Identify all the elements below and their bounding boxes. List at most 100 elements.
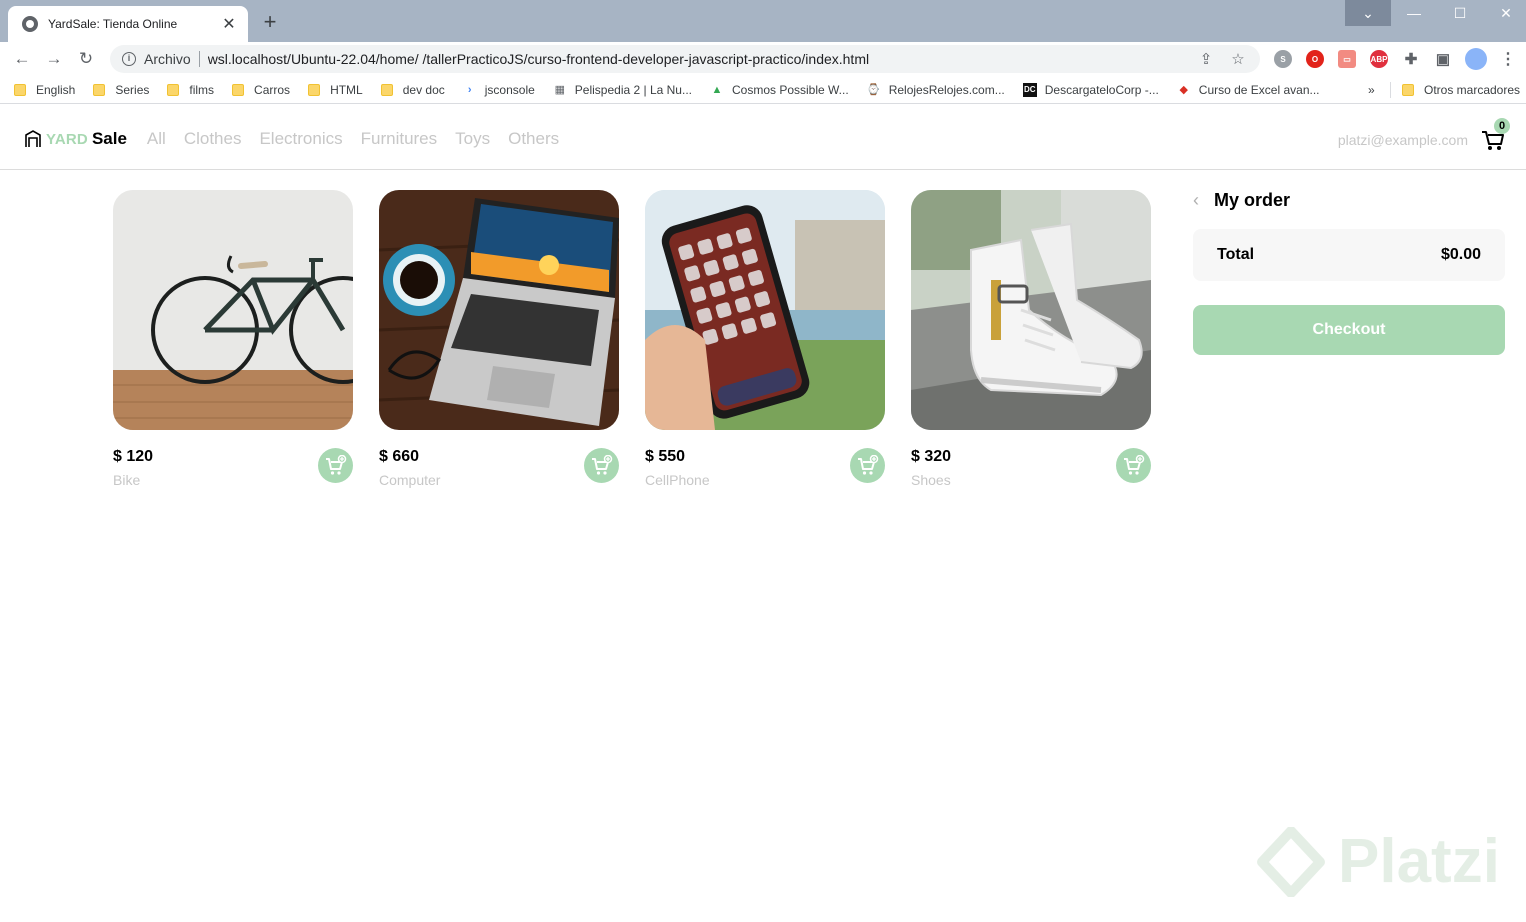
nav-link-furnitures[interactable]: Furnitures <box>361 129 438 149</box>
add-to-cart-button[interactable] <box>318 448 353 483</box>
skype-extension-icon[interactable]: S <box>1274 50 1292 68</box>
laptop-image[interactable] <box>379 190 619 430</box>
nav-link-others[interactable]: Others <box>508 129 559 149</box>
omnibox-divider <box>198 51 200 67</box>
folder-icon <box>167 83 180 96</box>
star-icon[interactable]: ☆ <box>1228 50 1248 68</box>
bookmark-item[interactable]: ◆ Curso de Excel avan... <box>1177 83 1320 97</box>
omnibox-url[interactable]: wsl.localhost/Ubuntu-22.04/home/ /taller… <box>208 51 1184 67</box>
bike-image[interactable] <box>113 190 353 430</box>
close-window-button[interactable]: ✕ <box>1483 0 1526 26</box>
bookmarks-bar: English Series films Carros HTML dev doc… <box>0 76 1526 104</box>
bookmark-item[interactable]: DC DescargateloCorp -... <box>1022 82 1159 97</box>
nav-link-clothes[interactable]: Clothes <box>184 129 242 149</box>
product-price: $ 550 <box>645 448 686 465</box>
back-button[interactable]: ← <box>10 47 34 71</box>
bookmark-item[interactable]: films <box>167 83 214 97</box>
add-to-cart-icon <box>325 454 346 475</box>
order-total-value: $0.00 <box>1440 246 1481 263</box>
chevron-icon: › <box>467 83 472 96</box>
product-price: $ 660 <box>379 448 420 465</box>
product-card[interactable]: $ 660 Computer <box>379 190 619 490</box>
checkout-button[interactable]: Checkout <box>1193 305 1505 355</box>
folder-icon <box>232 83 245 96</box>
phone-image[interactable] <box>645 190 885 430</box>
profile-avatar[interactable] <box>1465 48 1487 70</box>
nav-link-toys[interactable]: Toys <box>455 129 490 149</box>
drive-icon: ▲ <box>711 83 723 96</box>
kebab-menu-icon[interactable]: ⋮ <box>1499 50 1517 68</box>
info-icon[interactable]: i <box>122 52 136 66</box>
bookmark-item[interactable]: dev doc <box>380 82 445 97</box>
bookmark-item[interactable]: HTML <box>308 83 363 97</box>
logo-yard-text: YARD <box>46 130 88 148</box>
order-header: ‹ My order <box>1193 188 1505 212</box>
product-price: $ 120 <box>113 448 154 465</box>
other-bookmarks-label: Otros marcadores <box>1424 83 1521 97</box>
bookmark-item[interactable]: ⌚ RelojesRelojes.com... <box>867 83 1005 97</box>
bookmark-label: Series <box>115 82 150 97</box>
add-to-cart-icon <box>591 454 612 475</box>
add-to-cart-button[interactable] <box>1116 448 1151 483</box>
bookmarks-overflow-button[interactable]: » <box>1368 83 1375 97</box>
dc-icon: DC <box>1022 82 1037 97</box>
bookmark-item[interactable]: › jsconsole <box>463 83 535 97</box>
bookmark-label: English <box>36 82 76 97</box>
order-title: My order <box>1214 189 1291 210</box>
my-order-panel: ‹ My order Total $0.00 Checkout <box>1193 188 1505 355</box>
bookmark-item[interactable]: Carros <box>232 83 290 97</box>
puzzle-icon[interactable]: ✚ <box>1402 50 1420 68</box>
store-icon <box>25 130 41 147</box>
user-email[interactable]: platzi@example.com <box>1338 132 1468 148</box>
bookmark-label: dev doc <box>402 82 445 97</box>
close-tab-icon[interactable]: ✕ <box>220 14 238 34</box>
folder-icon <box>14 83 26 96</box>
bookmark-label: Carros <box>254 82 291 97</box>
shoes-image[interactable] <box>911 190 1151 430</box>
nav-link-all[interactable]: All <box>147 129 166 149</box>
minimize-button[interactable]: — <box>1391 0 1437 26</box>
film-icon: ▦ <box>554 84 565 96</box>
side-panel-icon[interactable]: ▣ <box>1434 50 1452 68</box>
nav-link-electronics[interactable]: Electronics <box>259 129 342 149</box>
product-card[interactable]: $ 550 CellPhone <box>645 190 885 490</box>
bookmark-label: Curso de Excel avan... <box>1198 82 1320 97</box>
product-name: Computer <box>379 472 441 488</box>
address-bar[interactable]: i Archivo wsl.localhost/Ubuntu-22.04/hom… <box>110 45 1260 73</box>
bookmark-item[interactable]: ▲ Cosmos Possible W... <box>710 83 849 97</box>
pdf-extension-icon[interactable]: ▭ <box>1338 50 1356 68</box>
folder-icon <box>1402 84 1414 96</box>
bookmark-item[interactable]: English <box>14 83 75 97</box>
platzi-logo-icon <box>1257 826 1325 897</box>
other-bookmarks[interactable]: Otros marcadores <box>1402 76 1520 104</box>
folder-icon <box>93 83 106 96</box>
bookmark-label: DescargateloCorp -... <box>1044 82 1159 97</box>
new-tab-button[interactable]: + <box>258 10 282 34</box>
shopping-cart-button[interactable]: 0 <box>1480 117 1510 153</box>
order-total-row: Total $0.00 <box>1193 229 1505 281</box>
order-total-label: Total <box>1217 246 1255 263</box>
bookmark-item[interactable]: Series <box>93 83 149 97</box>
bookmarks-divider <box>1390 82 1391 98</box>
bookmark-item[interactable]: ▦ Pelispedia 2 | La Nu... <box>553 83 692 97</box>
forward-button[interactable]: → <box>42 47 66 71</box>
yardsale-logo[interactable]: YARD Sale <box>24 129 127 149</box>
app-navbar: YARD Sale All Clothes Electronics Furnit… <box>0 109 1526 170</box>
tab-search-button[interactable]: ⌄ <box>1345 0 1391 26</box>
omnibox-scheme-label: Archivo <box>144 51 191 67</box>
add-to-cart-button[interactable] <box>584 448 619 483</box>
maximize-button[interactable]: ☐ <box>1437 0 1483 26</box>
browser-titlebar: YardSale: Tienda Online ✕ + ⌄ — ☐ ✕ <box>0 0 1526 42</box>
chevron-left-icon[interactable]: ‹ <box>1193 188 1207 212</box>
add-to-cart-icon <box>1123 454 1144 475</box>
product-card[interactable]: $ 320 Shoes <box>911 190 1151 490</box>
add-to-cart-icon <box>857 454 878 475</box>
add-to-cart-button[interactable] <box>850 448 885 483</box>
share-icon[interactable]: ⇪ <box>1196 50 1216 68</box>
opera-extension-icon[interactable]: O <box>1306 50 1324 68</box>
excel-icon: ◆ <box>1179 84 1189 96</box>
adblock-extension-icon[interactable]: ABP <box>1370 50 1388 68</box>
product-card[interactable]: $ 120 Bike <box>113 190 353 490</box>
reload-button[interactable]: ↻ <box>74 47 98 71</box>
browser-tab-active[interactable]: YardSale: Tienda Online ✕ <box>8 6 248 42</box>
